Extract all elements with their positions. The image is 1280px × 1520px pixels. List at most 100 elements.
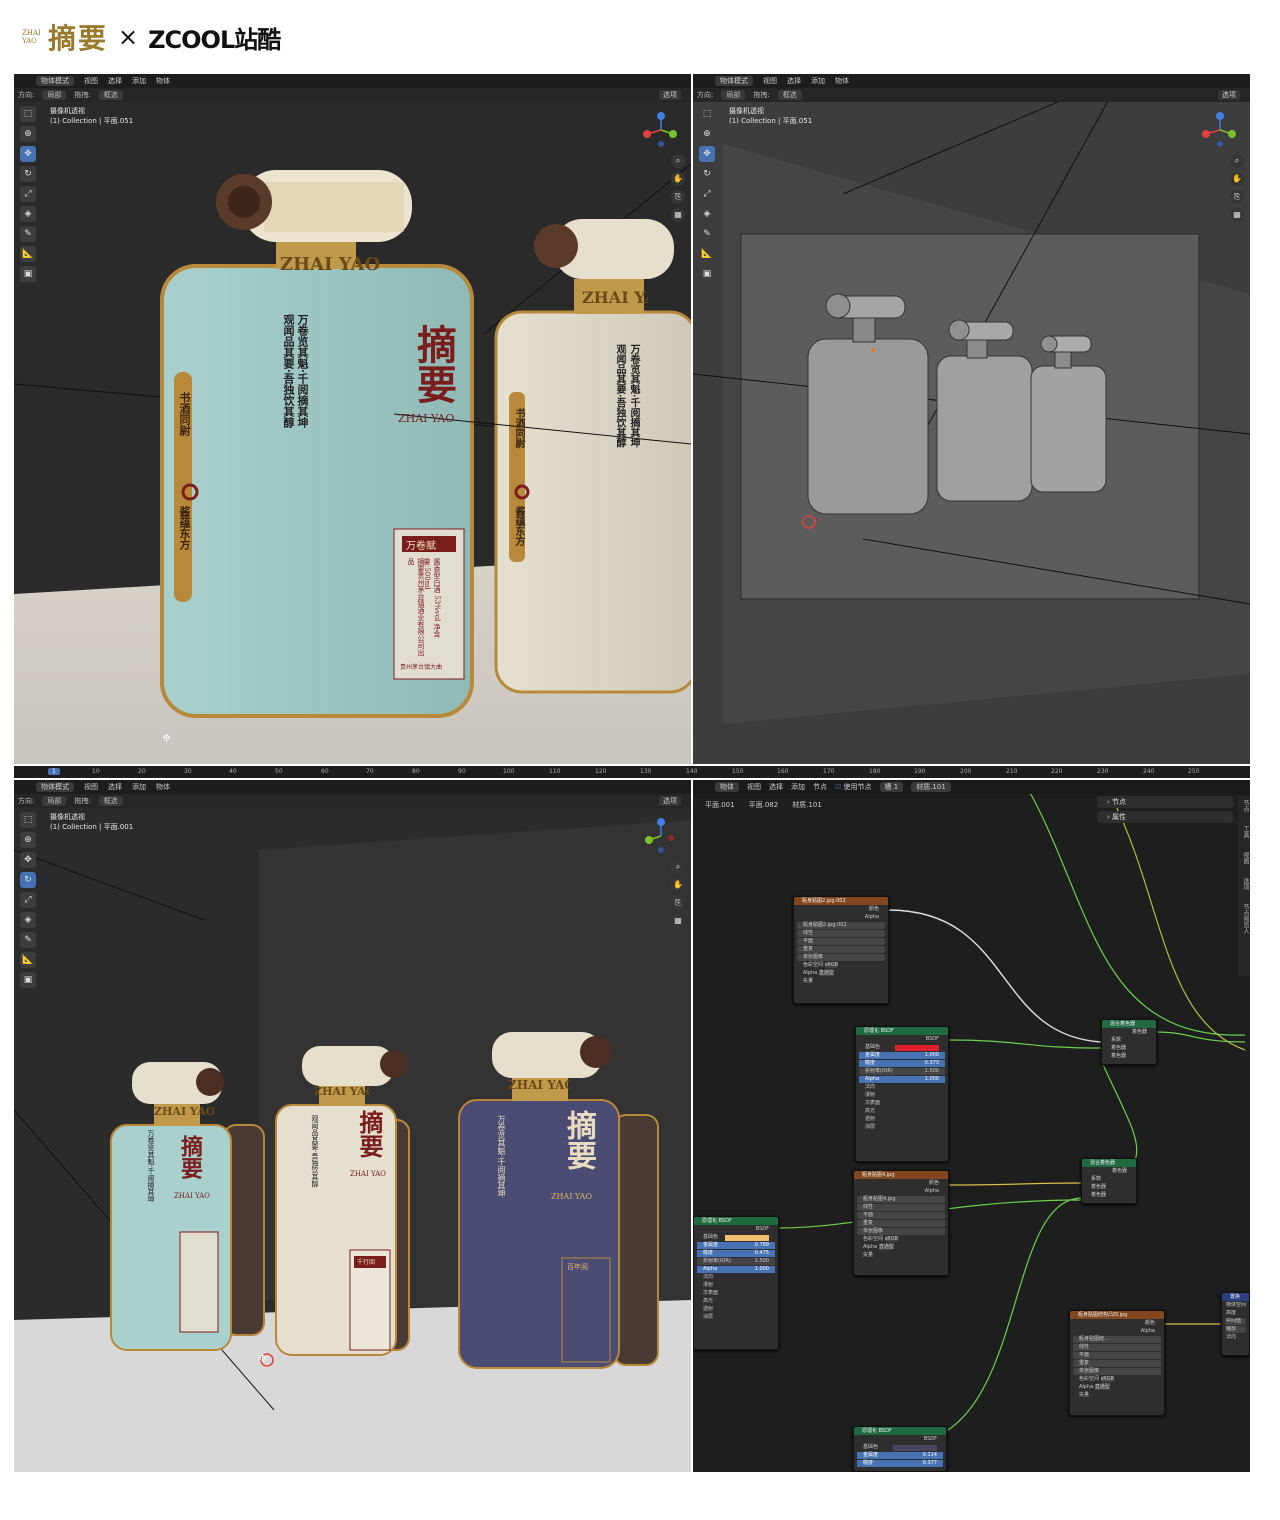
menu-add[interactable]: 添加 bbox=[791, 782, 805, 792]
timeline-ruler[interactable]: 1 10 20 30 40 50 60 70 80 90 100 110 120… bbox=[14, 766, 1250, 778]
bump-node[interactable]: 置换 物体空间 高度 中间值 缩放 法向 bbox=[1221, 1292, 1250, 1356]
metallic-field[interactable]: 金属度 0.789 bbox=[697, 1242, 775, 1249]
material-select[interactable]: 材质.101 bbox=[911, 782, 951, 792]
image-file-field[interactable]: 瓶身贴图4.jpg bbox=[857, 1196, 945, 1203]
menu-select[interactable]: 选择 bbox=[108, 782, 122, 792]
source-select[interactable]: 单张图像 bbox=[1073, 1368, 1161, 1375]
menu-view[interactable]: 视图 bbox=[84, 76, 98, 86]
sub-coat[interactable]: 涂层 bbox=[697, 1314, 775, 1321]
sub-normal[interactable]: 法向 bbox=[697, 1274, 775, 1281]
tab-tool[interactable]: 工具 bbox=[1238, 826, 1250, 838]
metallic-field[interactable]: 金属度 1.000 bbox=[859, 1052, 945, 1059]
sub-diffuse[interactable]: 漫射 bbox=[697, 1282, 775, 1289]
alpha-row[interactable]: Alpha 直通型 bbox=[857, 1244, 945, 1251]
projection-select[interactable]: 平面 bbox=[797, 938, 885, 945]
rotate-tool-icon[interactable]: ↻ bbox=[20, 872, 36, 888]
pan-hand-icon[interactable]: ✋ bbox=[1230, 172, 1244, 186]
add-cube-tool-icon[interactable]: ▣ bbox=[20, 972, 36, 988]
annotate-tool-icon[interactable]: ✎ bbox=[699, 226, 715, 242]
source-select[interactable]: 单张图像 bbox=[797, 954, 885, 961]
interp-select[interactable]: 线性 bbox=[857, 1204, 945, 1211]
interp-select[interactable]: 线性 bbox=[1073, 1344, 1161, 1351]
move-tool-icon[interactable]: ✥ bbox=[20, 852, 36, 868]
menu-add[interactable]: 添加 bbox=[811, 76, 825, 86]
axis-gizmo-icon[interactable] bbox=[1202, 112, 1238, 148]
roughness-field[interactable]: 糙度 0.377 bbox=[857, 1460, 943, 1467]
grid-icon[interactable]: ▦ bbox=[1230, 208, 1244, 222]
rotate-tool-icon[interactable]: ↻ bbox=[699, 166, 715, 182]
menu-object[interactable]: 物体 bbox=[835, 76, 849, 86]
zoom-icon[interactable]: ⌕ bbox=[671, 154, 685, 168]
cursor-tool-icon[interactable]: ⊕ bbox=[20, 832, 36, 848]
projection-select[interactable]: 平面 bbox=[857, 1212, 945, 1219]
sub-subsurface[interactable]: 次表面 bbox=[859, 1100, 945, 1107]
move-tool-icon[interactable]: ✥ bbox=[699, 146, 715, 162]
annotate-tool-icon[interactable]: ✎ bbox=[20, 932, 36, 948]
options-button[interactable]: 选项 bbox=[659, 90, 681, 100]
extension-select[interactable]: 重复 bbox=[857, 1220, 945, 1227]
menu-object[interactable]: 物体 bbox=[156, 782, 170, 792]
base-color-row[interactable]: 基础色 bbox=[697, 1234, 775, 1241]
ior-field[interactable]: 折射率(IOR) 1.500 bbox=[859, 1068, 945, 1075]
menu-view[interactable]: 视图 bbox=[84, 782, 98, 792]
menu-select[interactable]: 选择 bbox=[787, 76, 801, 86]
measure-tool-icon[interactable]: 📐 bbox=[20, 952, 36, 968]
metallic-field[interactable]: 金属度 0.114 bbox=[857, 1452, 943, 1459]
menu-select[interactable]: 选择 bbox=[108, 76, 122, 86]
principled-bsdf-node[interactable]: 原理化 BSDF BSDF 基础色 金属度 0.114 糙度 0.377 bbox=[853, 1426, 947, 1472]
ior-field[interactable]: 折射率(IOR) 1.500 bbox=[697, 1258, 775, 1265]
orient-select[interactable]: 局部 bbox=[42, 90, 67, 100]
use-nodes-checkbox[interactable]: ☑ 使用节点 bbox=[835, 782, 872, 792]
scale-tool-icon[interactable]: ⤢ bbox=[20, 186, 36, 202]
extension-select[interactable]: 重复 bbox=[1073, 1360, 1161, 1367]
scale-tool-icon[interactable]: ⤢ bbox=[20, 892, 36, 908]
measure-tool-icon[interactable]: 📐 bbox=[699, 246, 715, 262]
sub-normal[interactable]: 法向 bbox=[859, 1084, 945, 1091]
mix-shader-node[interactable]: 混合着色器 着色器 系数 着色器 着色器 bbox=[1081, 1158, 1137, 1204]
add-cube-tool-icon[interactable]: ▣ bbox=[699, 266, 715, 282]
source-select[interactable]: 单张图像 bbox=[857, 1228, 945, 1235]
node-editor[interactable]: 物体 视图 选择 添加 节点 ☑ 使用节点 槽 1 材质.101 平面.001 … bbox=[693, 780, 1250, 1472]
pan-hand-icon[interactable]: ✋ bbox=[671, 172, 685, 186]
extension-select[interactable]: 重复 bbox=[797, 946, 885, 953]
transform-tool-icon[interactable]: ◈ bbox=[20, 206, 36, 222]
menu-select[interactable]: 选择 bbox=[769, 782, 783, 792]
transform-tool-icon[interactable]: ◈ bbox=[699, 206, 715, 222]
orient-select[interactable]: 局部 bbox=[42, 796, 67, 806]
editor-object-select[interactable]: 物体 bbox=[715, 782, 739, 792]
axis-gizmo-icon[interactable] bbox=[643, 818, 679, 854]
tab-preview[interactable]: 节点预览人 bbox=[1238, 904, 1250, 934]
tab-options[interactable]: 选项 bbox=[1238, 878, 1250, 890]
principled-bsdf-node[interactable]: 原理化 BSDF BSDF 基础色 金属度 1.000 糙度 0.373 折射率(I… bbox=[855, 1026, 949, 1162]
interp-select[interactable]: 线性 bbox=[797, 930, 885, 937]
scale-tool-icon[interactable]: ⤢ bbox=[699, 186, 715, 202]
viewport-top-left[interactable]: 物体模式 视图 选择 添加 物体 方向: 局部 拖拽: 框选 选项 摄像机透视(… bbox=[14, 74, 691, 764]
sub-transmission[interactable]: 透射 bbox=[697, 1306, 775, 1313]
sub-specular[interactable]: 高光 bbox=[697, 1298, 775, 1305]
sub-transmission[interactable]: 透射 bbox=[859, 1116, 945, 1123]
alpha-row[interactable]: Alpha 直通型 bbox=[1073, 1384, 1161, 1391]
base-color-row[interactable]: 基础色 bbox=[859, 1044, 945, 1051]
zoom-icon[interactable]: ⌕ bbox=[671, 860, 685, 874]
principled-bsdf-node[interactable]: 原理化 BSDF BSDF 基础色 金属度 0.789 糙度 0.475 折射率(I… bbox=[693, 1216, 779, 1350]
mix-shader-node[interactable]: 混合着色器 着色器 系数 着色器 着色器 bbox=[1101, 1019, 1157, 1065]
sub-specular[interactable]: 高光 bbox=[859, 1108, 945, 1115]
scale-row[interactable]: 缩放 bbox=[1225, 1326, 1246, 1333]
options-button[interactable]: 选项 bbox=[659, 796, 681, 806]
menu-view[interactable]: 视图 bbox=[763, 76, 777, 86]
image-texture-node[interactable]: 瓶身贴图4.jpg 颜色 Alpha 瓶身贴图4.jpg 线性 平面 重复 单张… bbox=[853, 1170, 949, 1276]
cursor-tool-icon[interactable]: ⊕ bbox=[699, 126, 715, 142]
breadcrumb-item[interactable]: 平面.082 bbox=[749, 800, 779, 810]
axis-gizmo-icon[interactable] bbox=[643, 112, 679, 148]
add-cube-tool-icon[interactable]: ▣ bbox=[20, 266, 36, 282]
mode-select[interactable]: 物体模式 bbox=[715, 76, 753, 86]
roughness-field[interactable]: 糙度 0.373 bbox=[859, 1060, 945, 1067]
mode-select[interactable]: 物体模式 bbox=[36, 76, 74, 86]
menu-view[interactable]: 视图 bbox=[747, 782, 761, 792]
transform-tool-icon[interactable]: ◈ bbox=[20, 912, 36, 928]
breadcrumb-item[interactable]: 平面.001 bbox=[705, 800, 735, 810]
sidebar-panel-props[interactable]: › 属性 bbox=[1097, 811, 1233, 823]
drag-select[interactable]: 框选 bbox=[98, 90, 123, 100]
menu-object[interactable]: 物体 bbox=[156, 76, 170, 86]
tab-node[interactable]: 节点 bbox=[1238, 800, 1250, 812]
